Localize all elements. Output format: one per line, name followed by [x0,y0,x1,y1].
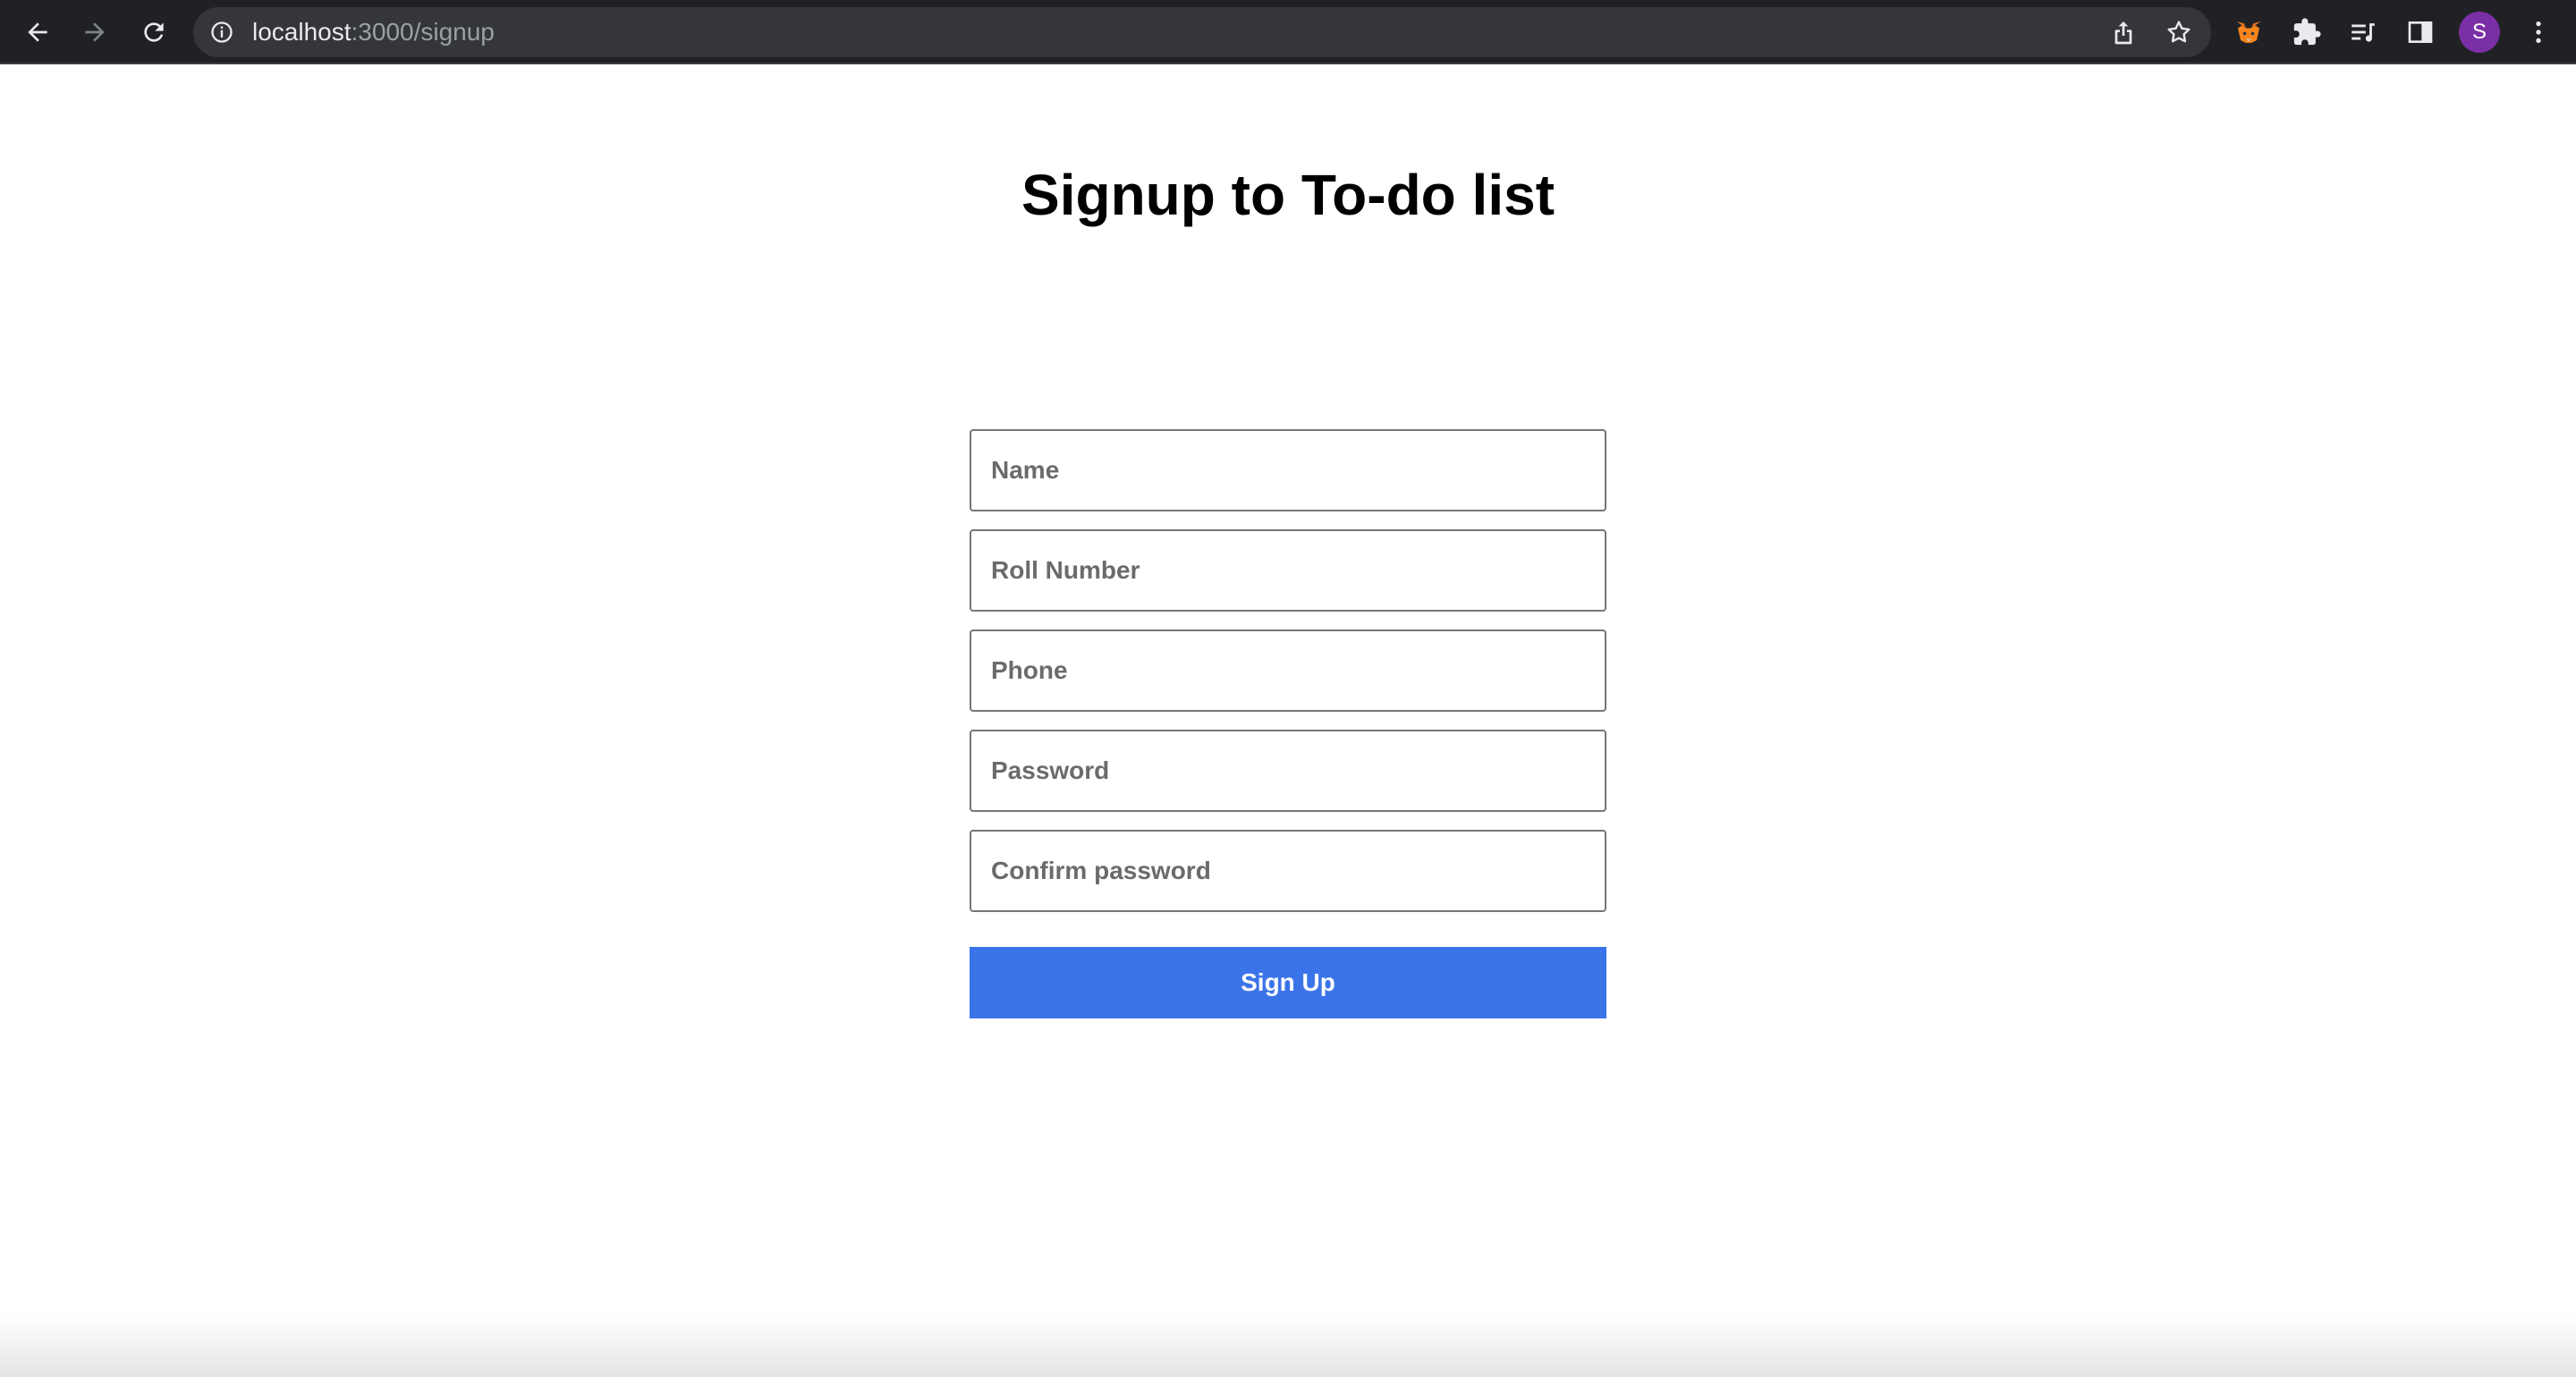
url-text[interactable]: localhost:3000/signup [252,7,495,57]
address-bar[interactable]: localhost:3000/signup [193,7,2211,57]
profile-avatar[interactable]: S [2459,12,2500,53]
back-button[interactable] [18,13,57,52]
arrow-right-icon [85,22,105,42]
roll-number-field[interactable] [970,529,1606,612]
kebab-menu-icon [2536,21,2541,43]
url-path: :3000/signup [351,18,495,46]
page-title: Signup to To-do list [1021,163,1555,227]
confirm-password-field[interactable] [970,830,1606,912]
side-panel-icon [2408,21,2433,43]
forward-button[interactable] [75,13,114,52]
browser-toolbar: localhost:3000/signup S [0,0,2576,64]
password-field[interactable] [970,730,1606,812]
arrow-left-icon [28,22,47,42]
extensions-button[interactable] [2291,16,2323,48]
reload-icon [144,22,164,42]
reading-list-icon [2351,23,2375,42]
metamask-extension[interactable] [2233,16,2265,48]
phone-field[interactable] [970,629,1606,712]
browser-menu-button[interactable] [2522,16,2555,48]
share-icon[interactable] [2109,18,2138,46]
sign-up-button[interactable]: Sign Up [970,947,1606,1018]
bottom-shadow [0,1314,2576,1377]
url-host: localhost [252,18,352,46]
name-field[interactable] [970,429,1606,511]
reading-list-button[interactable] [2347,16,2379,48]
reload-button[interactable] [134,13,174,52]
fox-icon [2236,21,2261,43]
star-icon[interactable] [2165,18,2193,46]
side-panel-button[interactable] [2404,16,2436,48]
puzzle-icon [2293,18,2321,46]
info-icon[interactable] [209,20,234,45]
